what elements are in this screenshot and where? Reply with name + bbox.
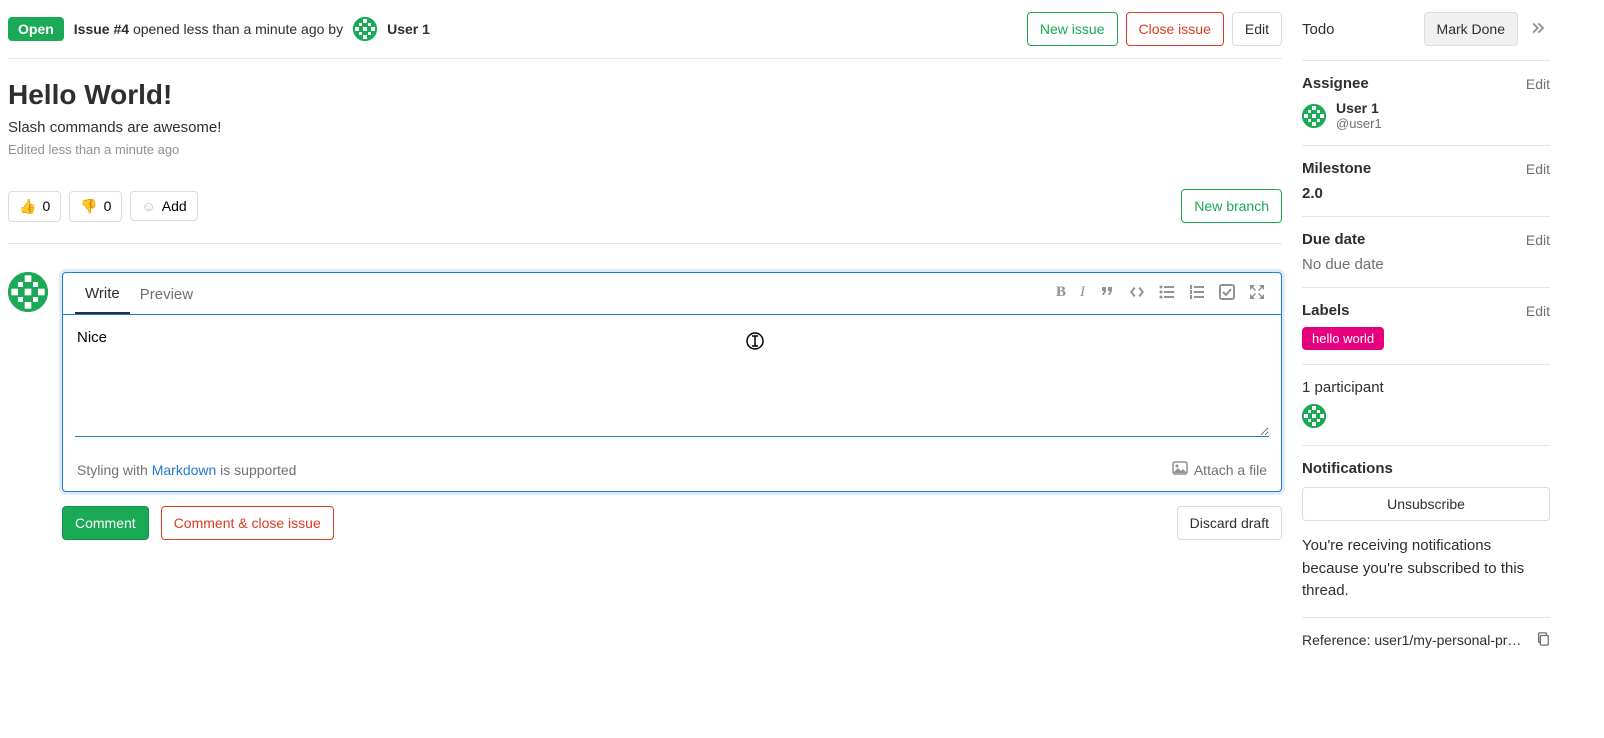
copy-reference-icon[interactable] <box>1536 632 1550 649</box>
issue-header: Open Issue #4 opened less than a minute … <box>8 8 1282 59</box>
italic-icon[interactable]: I <box>1080 284 1085 304</box>
thumbs-up-button[interactable]: 👍 0 <box>8 191 61 222</box>
close-issue-button[interactable]: Close issue <box>1126 12 1224 46</box>
assignee-title: Assignee <box>1302 75 1369 92</box>
editor-toolbar: B I <box>1056 284 1269 304</box>
thumbs-up-count: 0 <box>42 198 50 214</box>
label-chip[interactable]: hello world <box>1302 327 1384 350</box>
reference-row: Reference: user1/my-personal-pr… <box>1302 618 1550 649</box>
comment-editor: Write Preview B I Nice <box>62 272 1282 492</box>
comment-button[interactable]: Comment <box>62 506 149 540</box>
opened-text: opened less than a minute ago by <box>133 21 343 37</box>
thumbs-up-icon: 👍 <box>19 198 36 215</box>
todo-label: Todo <box>1302 21 1335 38</box>
due-date-title: Due date <box>1302 231 1365 248</box>
attach-file-button[interactable]: Attach a file <box>1172 460 1267 479</box>
numbered-list-icon[interactable] <box>1189 284 1205 304</box>
participant-avatar[interactable] <box>1302 404 1326 428</box>
new-branch-button[interactable]: New branch <box>1181 189 1282 223</box>
tab-preview[interactable]: Preview <box>130 274 203 313</box>
issue-description: Slash commands are awesome! <box>8 119 1282 136</box>
current-user-avatar <box>8 272 48 312</box>
notifications-reason: You're receiving notifications because y… <box>1302 535 1550 603</box>
new-issue-button[interactable]: New issue <box>1027 12 1118 46</box>
expand-sidebar-icon[interactable] <box>1528 17 1550 42</box>
quote-icon[interactable] <box>1099 284 1115 304</box>
participants-text: 1 participant <box>1302 379 1550 396</box>
assignee-edit[interactable]: Edit <box>1526 76 1550 92</box>
thumbs-down-button[interactable]: 👎 0 <box>69 191 122 222</box>
author-name[interactable]: User 1 <box>387 21 430 37</box>
notifications-title: Notifications <box>1302 460 1393 477</box>
comment-textarea[interactable]: Nice <box>75 327 1269 437</box>
edit-issue-button[interactable]: Edit <box>1232 12 1282 46</box>
reference-text: Reference: user1/my-personal-pr… <box>1302 632 1521 648</box>
milestone-edit[interactable]: Edit <box>1526 161 1550 177</box>
sidebar: Todo Mark Done Assignee Edit User 1 @use… <box>1290 0 1570 738</box>
discard-draft-button[interactable]: Discard draft <box>1177 506 1282 540</box>
markdown-link[interactable]: Markdown <box>152 462 217 478</box>
mark-done-button[interactable]: Mark Done <box>1424 12 1518 46</box>
comment-close-button[interactable]: Comment & close issue <box>161 506 334 540</box>
unsubscribe-button[interactable]: Unsubscribe <box>1302 487 1550 521</box>
bullet-list-icon[interactable] <box>1159 284 1175 304</box>
code-icon[interactable] <box>1129 284 1145 304</box>
reactions-row: 👍 0 👎 0 ☺ Add New branch <box>8 175 1282 244</box>
assignee-avatar <box>1302 104 1326 128</box>
assignee-handle: @user1 <box>1336 116 1382 131</box>
image-icon <box>1172 460 1188 479</box>
bold-icon[interactable]: B <box>1056 284 1066 304</box>
author-avatar[interactable] <box>353 17 377 41</box>
due-date-edit[interactable]: Edit <box>1526 232 1550 248</box>
labels-title: Labels <box>1302 302 1350 319</box>
issue-edited-note: Edited less than a minute ago <box>8 142 1282 157</box>
thumbs-down-count: 0 <box>104 198 112 214</box>
styling-hint: Styling with Markdown is supported <box>77 462 296 478</box>
task-list-icon[interactable] <box>1219 284 1235 304</box>
milestone-title: Milestone <box>1302 160 1371 177</box>
issue-ref: Issue #4 <box>74 21 129 37</box>
smiley-icon: ☺ <box>141 198 155 214</box>
tab-write[interactable]: Write <box>75 273 130 314</box>
due-date-value: No due date <box>1302 256 1550 273</box>
issue-meta: Issue #4 opened less than a minute ago b… <box>74 21 343 37</box>
milestone-value[interactable]: 2.0 <box>1302 185 1550 202</box>
add-reaction-button[interactable]: ☺ Add <box>130 191 197 221</box>
issue-title: Hello World! <box>8 79 1282 111</box>
thumbs-down-icon: 👎 <box>80 198 97 215</box>
add-reaction-label: Add <box>162 198 187 214</box>
status-badge: Open <box>8 17 64 41</box>
assignee-name: User 1 <box>1336 100 1382 116</box>
assignee-value[interactable]: User 1 @user1 <box>1302 100 1550 131</box>
fullscreen-icon[interactable] <box>1249 284 1265 304</box>
labels-edit[interactable]: Edit <box>1526 303 1550 319</box>
